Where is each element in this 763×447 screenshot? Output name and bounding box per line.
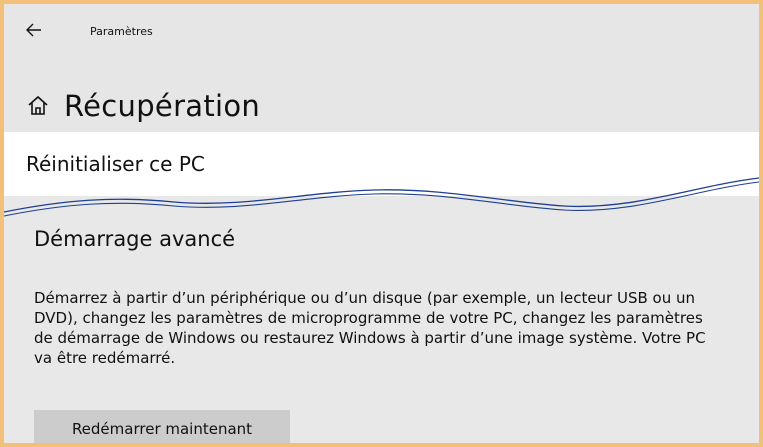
title-bar: Paramètres bbox=[4, 4, 759, 60]
page-header: Récupération bbox=[26, 84, 260, 128]
page-title: Récupération bbox=[64, 89, 261, 123]
settings-window: Paramètres Récupération Réinitialiser ce… bbox=[4, 4, 759, 443]
back-button[interactable] bbox=[26, 20, 48, 44]
back-arrow-icon bbox=[26, 23, 41, 37]
window-title: Paramètres bbox=[90, 25, 153, 38]
home-icon bbox=[28, 95, 48, 115]
restart-now-button[interactable]: Redémarrer maintenant bbox=[34, 410, 290, 443]
advanced-startup-title: Démarrage avancé bbox=[34, 227, 236, 251]
advanced-startup-description: Démarrez à partir d’un périphérique ou d… bbox=[34, 289, 706, 367]
